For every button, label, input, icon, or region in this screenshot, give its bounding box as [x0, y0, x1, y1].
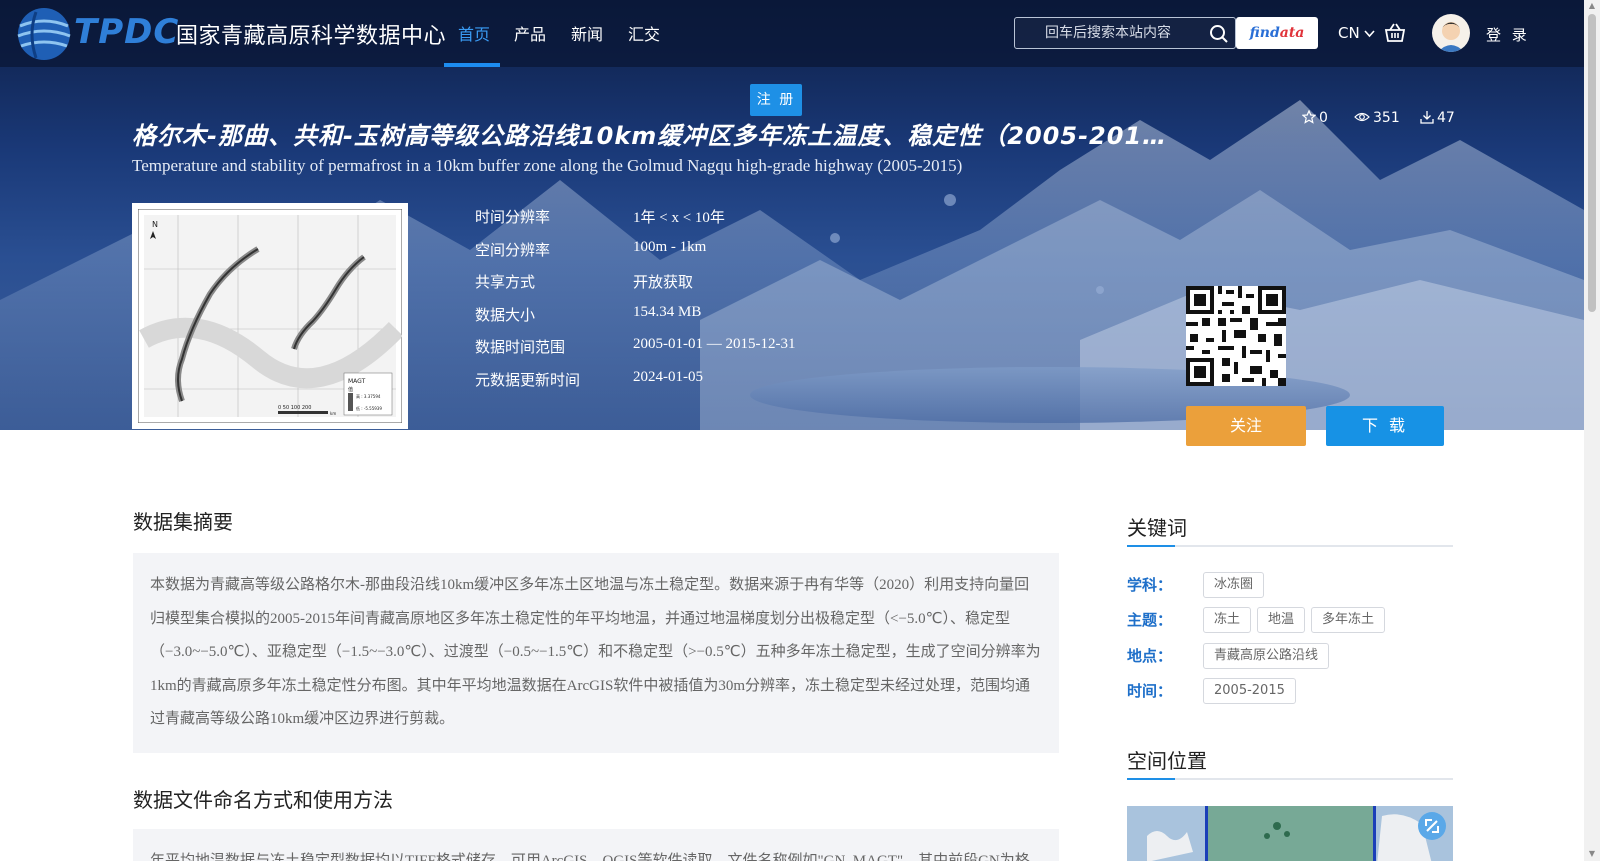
abstract-heading: 数据集摘要 [133, 510, 233, 534]
scroll-down-arrow-icon[interactable]: ▼ [1588, 850, 1596, 858]
scroll-up-arrow-icon[interactable]: ▲ [1588, 2, 1596, 10]
search-icon[interactable] [1209, 24, 1229, 44]
findata-logo-part-2: ata [1279, 25, 1305, 41]
downloads-value: 47 [1437, 110, 1455, 126]
shopping-basket-icon[interactable] [1384, 22, 1406, 44]
search-input[interactable] [1015, 18, 1205, 48]
naming-heading: 数据文件命名方式和使用方法 [133, 788, 393, 812]
nav-item-home[interactable]: 首页 [458, 21, 490, 45]
keyword-label-location: 地点： [1127, 647, 1173, 665]
keyword-tag[interactable]: 冰冻圈 [1203, 572, 1265, 598]
meta-value-size: 154.34 MB [633, 304, 702, 320]
keyword-label-time: 时间： [1127, 682, 1173, 700]
keywords-divider [1127, 545, 1453, 547]
meta-label-updated: 元数据更新时间 [475, 371, 581, 389]
keyword-tag[interactable]: 青藏高原公路沿线 [1203, 643, 1330, 669]
spatial-divider [1127, 778, 1453, 780]
spatial-map[interactable] [1127, 806, 1453, 861]
legend-sub: 值 [348, 386, 353, 393]
meta-label-time-range: 数据时间范围 [475, 338, 566, 356]
avatar[interactable] [1432, 14, 1470, 52]
dataset-thumbnail[interactable]: N MAGT 值 高 : 3.37594 低 : -5.55939 0 50 1… [132, 203, 408, 429]
north-arrow: N [152, 220, 158, 229]
keyword-label-discipline: 学科： [1127, 576, 1173, 594]
dataset-title-cn: 格尔木-那曲、共和-玉树高等级公路沿线10km缓冲区多年冻土温度、稳定性（200… [132, 122, 1172, 150]
permafrost-map-image: N MAGT 值 高 : 3.37594 低 : -5.55939 0 50 1… [138, 209, 402, 423]
chevron-down-icon [1364, 30, 1376, 38]
stars-value: 0 [1319, 110, 1328, 126]
downloads-count: 47 [1420, 110, 1455, 126]
language-label: CN [1338, 24, 1360, 42]
findata-logo-part-1: find [1249, 25, 1280, 41]
download-button[interactable]: 下 载 [1326, 406, 1444, 446]
download-icon [1420, 111, 1434, 124]
register-button[interactable]: 注 册 [750, 84, 802, 116]
search-box [1014, 17, 1236, 49]
views-count: 351 [1354, 110, 1400, 126]
meta-label-sharing: 共享方式 [475, 273, 536, 291]
meta-value-sharing: 开放获取 [633, 275, 694, 291]
site-name[interactable]: 国家青藏高原科学数据中心 [176, 18, 446, 50]
findata-button[interactable]: findata [1236, 17, 1318, 49]
nav-item-submit[interactable]: 汇交 [628, 21, 660, 45]
meta-label-temporal-resolution: 时间分辨率 [475, 208, 551, 226]
keyword-tag[interactable]: 多年冻土 [1311, 607, 1386, 633]
nav-active-indicator [444, 63, 500, 67]
keyword-tag[interactable]: 2005-2015 [1203, 678, 1296, 704]
abstract-text: 本数据为青藏高等级公路格尔木-那曲段沿线10km缓冲区多年冻土区地温与冻土稳定型… [133, 553, 1059, 753]
views-value: 351 [1373, 110, 1400, 126]
user-avatar-icon [1438, 22, 1464, 52]
nav-item-products[interactable]: 产品 [514, 21, 546, 45]
keyword-label-theme: 主题： [1127, 611, 1173, 629]
meta-value-time-range: 2005-01-01 — 2015-12-31 [633, 336, 796, 352]
qr-code [1186, 286, 1286, 386]
legend-low: 低 : -5.55939 [356, 405, 382, 411]
meta-label-size: 数据大小 [475, 306, 536, 324]
naming-text: 年平均地温数据与冻土稳定型数据均以TIFF格式储存，可用ArcGIS、QGIS等… [133, 829, 1059, 861]
map-expand-button[interactable] [1418, 812, 1446, 840]
nav-item-news[interactable]: 新闻 [571, 21, 603, 45]
legend-high: 高 : 3.37594 [356, 393, 381, 399]
eye-icon [1354, 112, 1370, 122]
login-link[interactable]: 登 录 [1486, 24, 1530, 45]
keywords-heading: 关键词 [1127, 516, 1187, 540]
meta-value-spatial-resolution: 100m - 1km [633, 239, 707, 255]
spatial-heading: 空间位置 [1127, 749, 1207, 773]
dataset-title-en: Temperature and stability of permafrost … [132, 156, 963, 175]
stars-count[interactable]: 0 [1301, 109, 1328, 126]
tpdc-globe-logo-icon[interactable] [14, 4, 74, 64]
follow-button[interactable]: 关注 [1186, 406, 1306, 446]
scale-bar-label: 0 50 100 200 [278, 405, 311, 411]
scale-bar-unit: km [330, 411, 336, 416]
spatial-map-tiles [1127, 806, 1453, 861]
top-nav-bar: TPDC 国家青藏高原科学数据中心 首页 产品 新闻 汇交 findata CN… [0, 0, 1584, 67]
meta-value-updated: 2024-01-05 [633, 369, 703, 385]
meta-label-spatial-resolution: 空间分辨率 [475, 241, 551, 259]
language-selector[interactable]: CN [1338, 24, 1376, 42]
expand-icon [1425, 819, 1439, 833]
keyword-tag[interactable]: 地温 [1257, 607, 1306, 633]
logo-wordmark[interactable]: TPDC [74, 12, 179, 52]
keyword-tag[interactable]: 冻土 [1203, 607, 1252, 633]
legend-title: MAGT [348, 378, 366, 385]
scrollbar-thumb[interactable] [1588, 14, 1596, 312]
meta-value-temporal-resolution: 1年 < x < 10年 [633, 210, 725, 226]
star-icon [1301, 109, 1317, 124]
